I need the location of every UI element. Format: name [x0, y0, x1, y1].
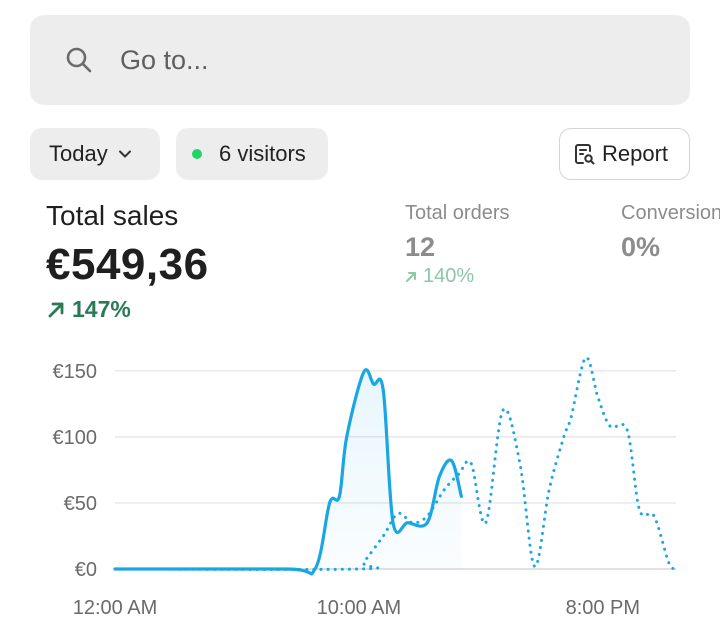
- trend-up-arrow-icon: [48, 302, 64, 317]
- total-orders-label: Total orders: [405, 202, 510, 224]
- conversion-value: 0%: [621, 232, 661, 262]
- y-tick-label: €0: [75, 559, 97, 581]
- trend-up-arrow-icon: [406, 271, 416, 282]
- x-tick-label: 10:00 AM: [317, 597, 402, 619]
- date-range-dropdown[interactable]: Today: [30, 128, 160, 180]
- series-area-fill: [115, 369, 462, 574]
- x-axis: 12:00 AM 10:00 AM 8:00 PM: [73, 597, 640, 619]
- total-sales-value: €549,36: [46, 240, 209, 289]
- total-orders-change-value: 140%: [423, 265, 475, 287]
- y-axis: €0 €50 €100 €150: [53, 361, 98, 581]
- total-sales-change-value: 147%: [72, 296, 131, 322]
- sales-chart: €0 €50 €100 €150 12:00 AM 10:00 AM 8:00 PM: [53, 356, 678, 619]
- live-visitors-button[interactable]: 6 visitors: [176, 128, 328, 180]
- total-sales-metric[interactable]: Total sales: [46, 200, 178, 232]
- y-tick-label: €150: [53, 361, 98, 383]
- report-button[interactable]: Report: [559, 128, 690, 180]
- x-tick-label: 12:00 AM: [73, 597, 158, 619]
- y-tick-label: €50: [64, 493, 97, 515]
- total-sales-label: Total sales: [46, 200, 179, 231]
- live-dot-icon: [192, 149, 202, 159]
- live-visitors-label: 6 visitors: [219, 141, 306, 166]
- total-orders-value: 12: [405, 232, 436, 262]
- x-tick-label: 8:00 PM: [566, 597, 640, 619]
- report-icon: [575, 144, 595, 165]
- search-bar[interactable]: [30, 15, 690, 105]
- date-range-label: Today: [49, 141, 108, 166]
- report-label: Report: [602, 141, 669, 166]
- chart-series: [113, 356, 678, 576]
- conversion-metric[interactable]: Conversion: [621, 202, 720, 225]
- total-sales-change: 147%: [46, 296, 131, 323]
- total-orders-change: 140%: [405, 265, 474, 288]
- search-input[interactable]: [118, 43, 642, 77]
- search-icon: [66, 47, 92, 73]
- chevron-down-icon: [118, 150, 131, 158]
- total-orders-metric[interactable]: Total orders: [405, 202, 510, 225]
- y-tick-label: €100: [53, 427, 98, 449]
- conversion-label: Conversion: [621, 202, 720, 224]
